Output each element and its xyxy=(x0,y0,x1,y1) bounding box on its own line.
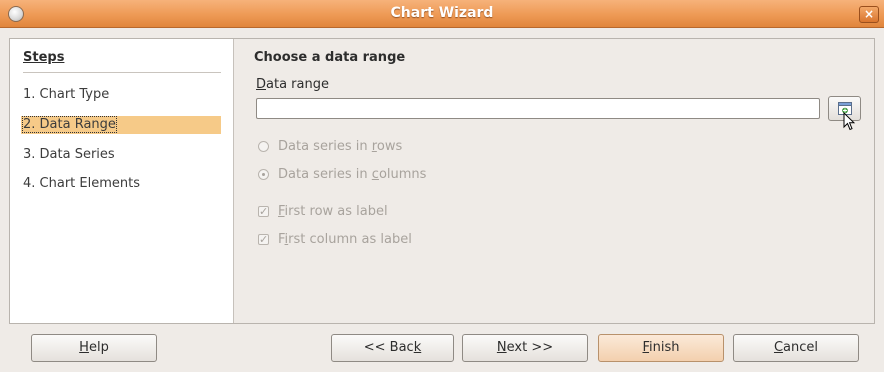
steps-sidebar: Steps 1. Chart Type 2. Data Range 3. Dat… xyxy=(10,39,234,323)
step-chart-elements[interactable]: 4. Chart Elements xyxy=(23,175,140,193)
window-title: Chart Wizard xyxy=(390,5,494,21)
finish-button[interactable]: Finish xyxy=(598,334,724,362)
step-label: 4. Chart Elements xyxy=(23,176,140,191)
columns-radio[interactable] xyxy=(258,169,269,180)
help-button[interactable]: Help xyxy=(31,334,157,362)
first-row-checkbox[interactable] xyxy=(258,203,269,221)
step-data-range[interactable]: 2. Data Range xyxy=(21,116,221,134)
step-label: 2. Data Range xyxy=(22,116,117,133)
page-title: Choose a data range xyxy=(254,50,406,65)
wizard-body: Steps 1. Chart Type 2. Data Range 3. Dat… xyxy=(9,38,875,324)
rows-radio[interactable] xyxy=(258,141,269,152)
next-button[interactable]: Next >> xyxy=(462,334,588,362)
rows-radio-label: Data series in rows xyxy=(278,139,403,154)
cancel-button[interactable]: Cancel xyxy=(733,334,859,362)
step-label: 3. Data Series xyxy=(23,147,115,162)
first-row-checkbox-label: First row as label xyxy=(278,204,388,219)
step-content: Choose a data range Data range Data seri… xyxy=(234,39,874,323)
data-range-input[interactable] xyxy=(256,98,820,119)
title-bar[interactable]: Chart Wizard × xyxy=(0,0,884,28)
columns-radio-label: Data series in columns xyxy=(278,167,427,182)
close-button[interactable]: × xyxy=(859,6,879,23)
back-button[interactable]: << Back xyxy=(331,334,454,362)
data-range-label: Data range xyxy=(256,77,329,92)
step-chart-type[interactable]: 1. Chart Type xyxy=(23,86,109,104)
steps-heading: Steps xyxy=(23,50,65,65)
steps-divider xyxy=(23,72,221,73)
first-column-checkbox[interactable] xyxy=(258,231,269,249)
step-data-series[interactable]: 3. Data Series xyxy=(23,146,115,164)
step-label: 1. Chart Type xyxy=(23,87,110,102)
mouse-pointer-icon xyxy=(843,112,855,131)
chart-wizard-window: Chart Wizard × Steps 1. Chart Type 2. Da… xyxy=(0,0,884,372)
close-icon: × xyxy=(863,7,875,21)
first-column-checkbox-label: First column as label xyxy=(278,232,412,247)
